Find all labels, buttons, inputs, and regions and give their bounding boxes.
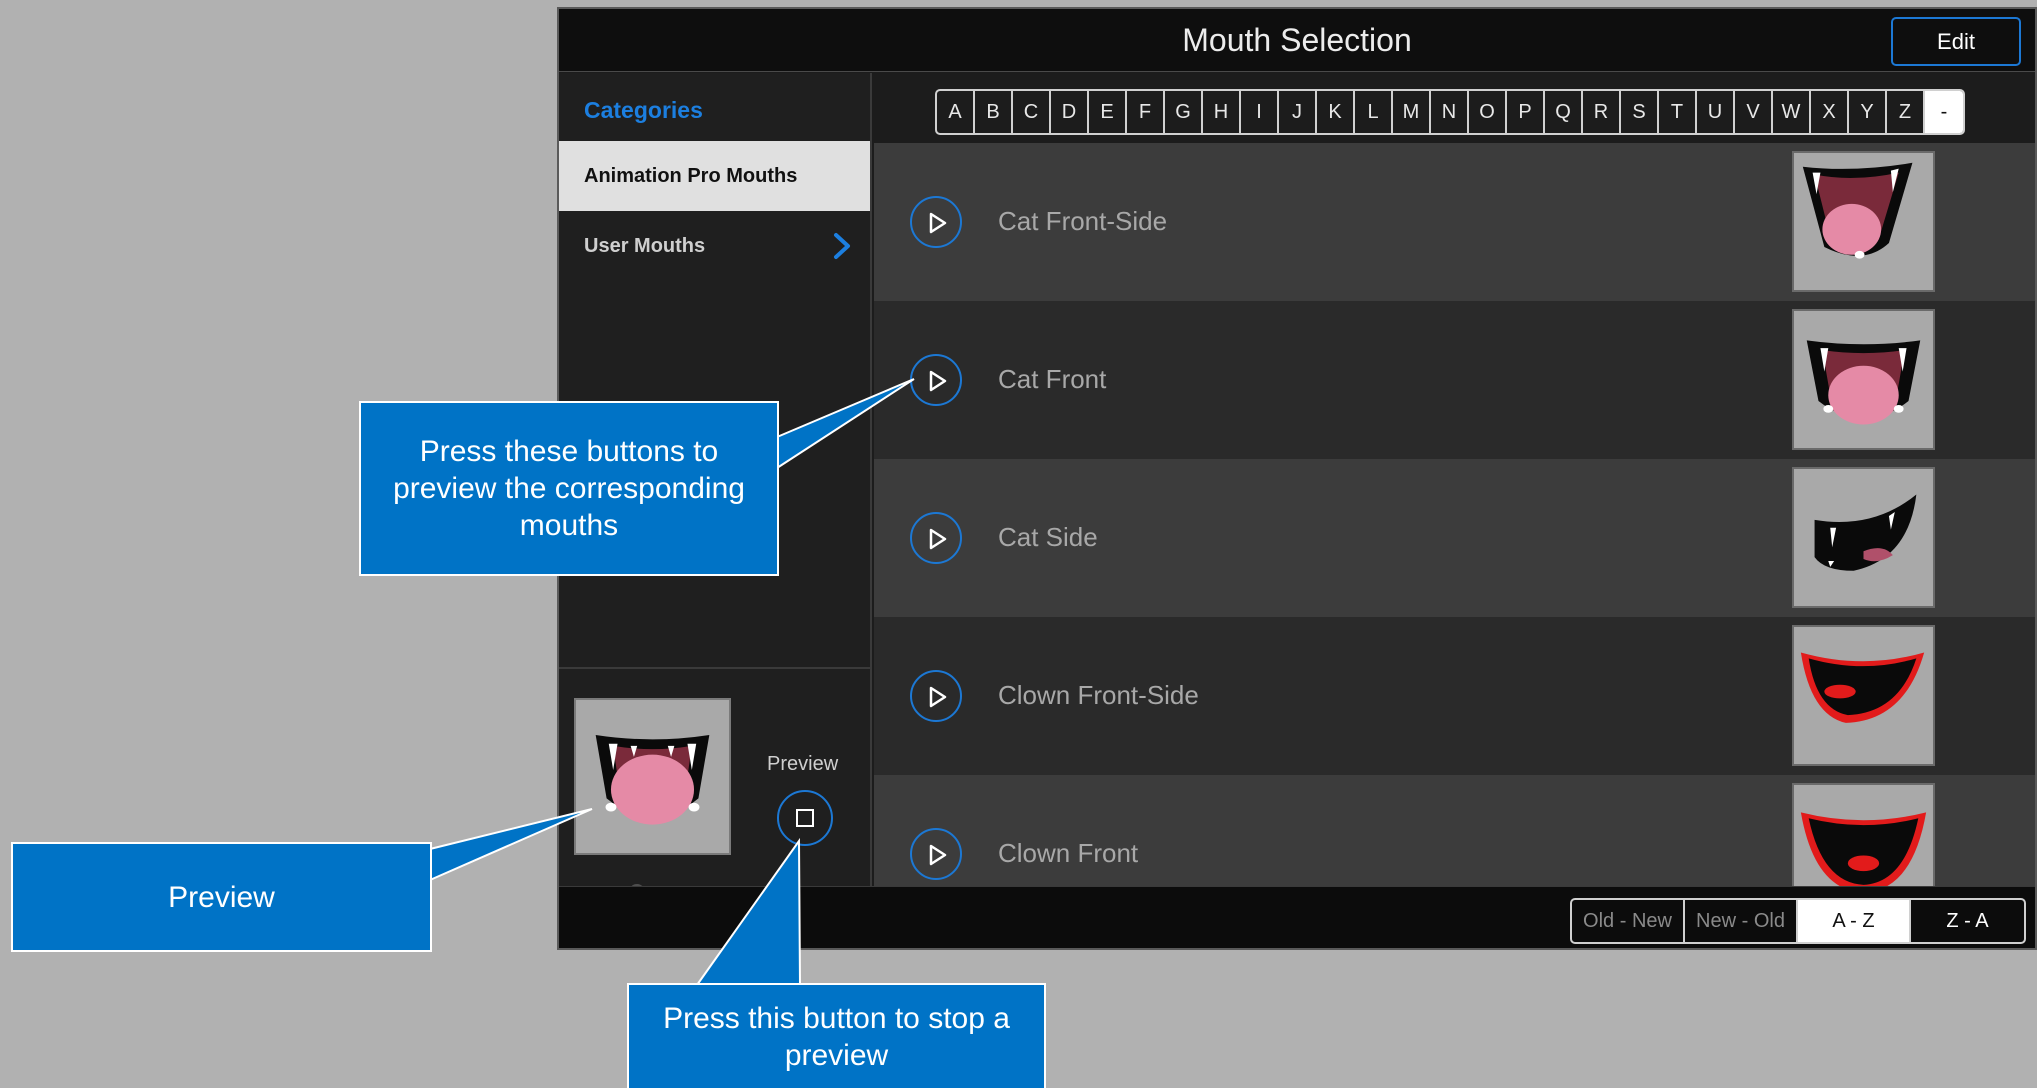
callout-play-buttons: Press these buttons to preview the corre… <box>359 401 779 576</box>
callout-stop-text: Press this button to stop a preview <box>663 1001 1010 1072</box>
callout-stop-button: Press this button to stop a preview <box>627 983 1046 1088</box>
callout-preview-text: Preview <box>168 880 275 914</box>
callout-play-text: Press these buttons to preview the corre… <box>393 435 745 542</box>
callout-preview: Preview <box>11 842 432 952</box>
